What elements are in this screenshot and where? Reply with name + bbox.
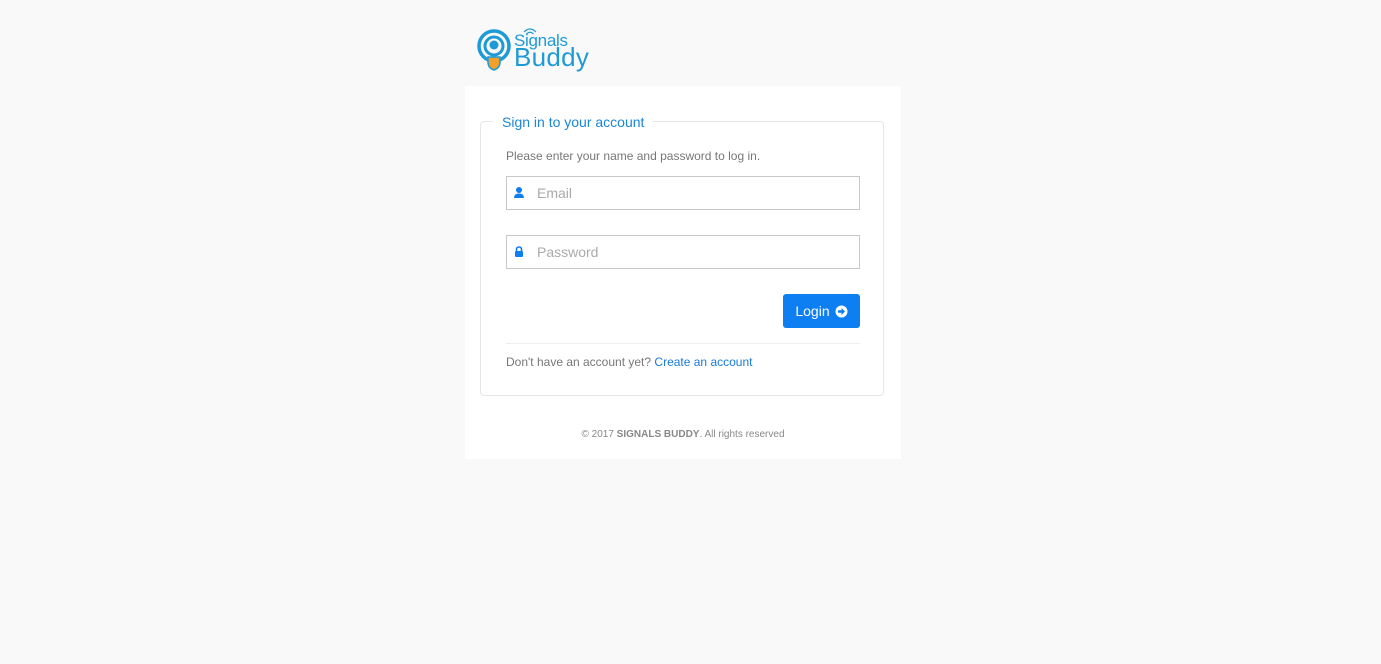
password-input-group [506,235,860,269]
form-legend: Sign in to your account [493,113,654,131]
footer-brand: SIGNALS BUDDY [616,429,700,440]
arrow-circle-right-icon [835,305,848,317]
email-input-group [506,176,860,210]
create-account-link[interactable]: Create an account [654,355,752,369]
form-divider [506,343,860,344]
login-button[interactable]: Login [783,294,860,328]
footer-prefix: © 2017 [581,429,614,440]
footer-suffix: . All rights reserved [699,429,785,440]
logo-text-buddy: Buddy [514,42,590,72]
form-intro: Please enter your name and password to l… [506,149,761,163]
signal-logo-icon [477,29,511,71]
email-field[interactable] [537,177,855,209]
password-field[interactable] [537,236,855,268]
login-fieldset: Sign in to your account Please enter you… [480,113,884,396]
login-card: Sign in to your account Please enter you… [465,86,901,459]
footer-copyright: © 2017 SIGNALS BUDDY. All rights reserve… [465,429,901,440]
signup-prompt-text: Don't have an account yet? [506,355,652,369]
login-button-label: Login [795,303,830,319]
brand-logo[interactable]: Signals Buddy [476,28,604,72]
signup-prompt: Don't have an account yet? Create an acc… [506,355,752,369]
lock-icon [515,246,523,257]
user-icon [514,187,524,198]
